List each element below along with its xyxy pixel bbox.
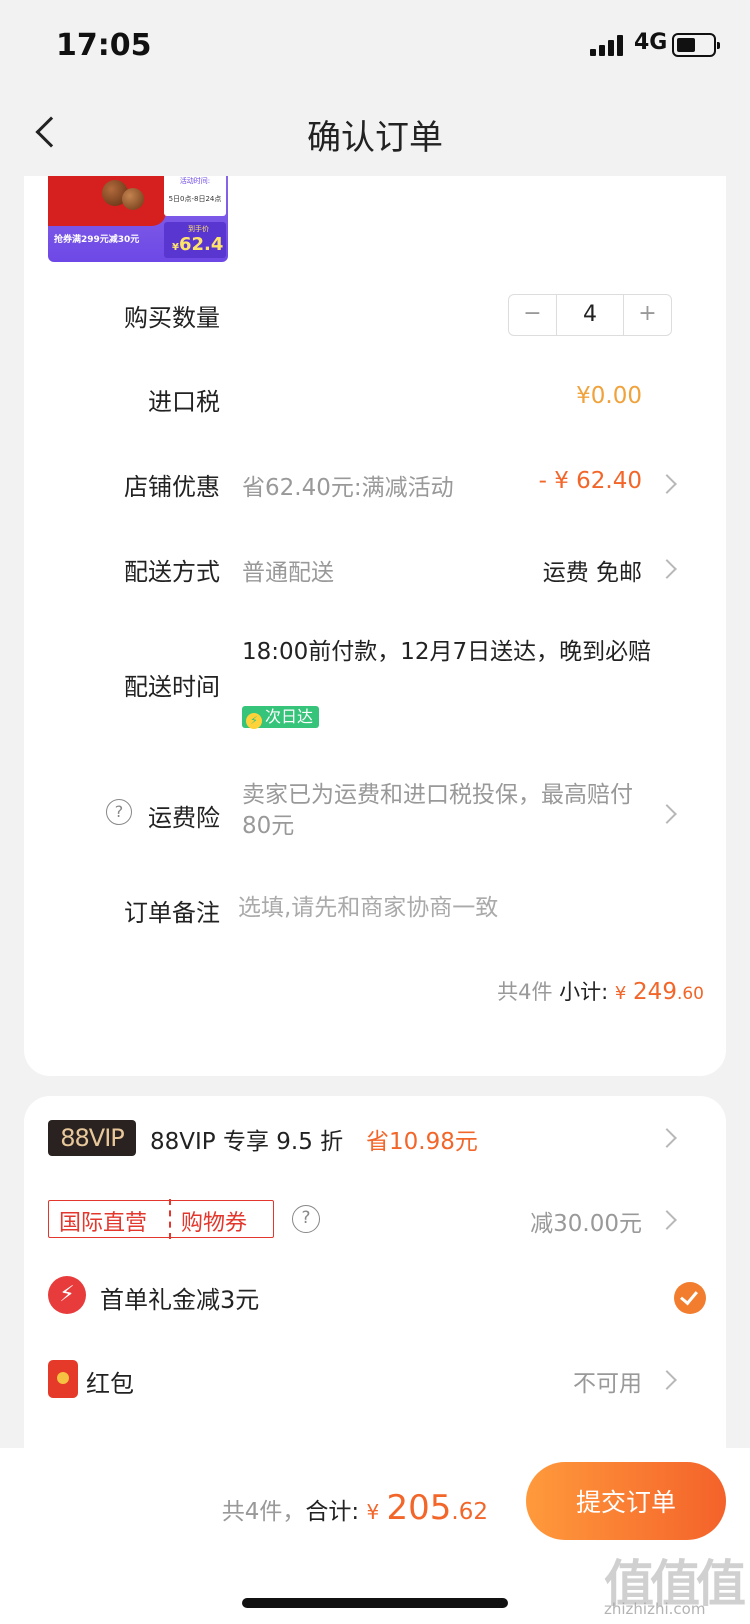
promo-price-box: 到手价 ¥62.4: [164, 222, 226, 258]
note-label: 订单备注: [124, 899, 220, 927]
check-icon[interactable]: [674, 1282, 706, 1314]
insurance-desc: 卖家已为运费和进口税投保，最高赔付80元: [242, 782, 633, 839]
delivery-label: 配送时间: [124, 673, 220, 701]
promo-time: 5日0点-8日24点: [168, 195, 222, 203]
bottom-bar: 共4件，合计: ¥ 205.62 提交订单 值值值 zhizhizhi.com: [0, 1448, 750, 1624]
promo-coupon-text: 抢券满299元减30元: [54, 235, 140, 245]
order-note-input[interactable]: [238, 888, 688, 928]
shop-discount-label: 店铺优惠: [124, 473, 220, 501]
benefits-card: 88VIP 88VIP 专享 9.5 折 省10.98元 国际直营 购物券 ? …: [24, 1096, 726, 1456]
promo-price-label: 到手价: [188, 225, 209, 233]
shipping-label: 配送方式: [124, 558, 220, 586]
chevron-right-icon: [657, 559, 677, 579]
insurance-label: 运费险: [148, 804, 220, 832]
red-packet-icon: [48, 1360, 78, 1398]
quantity-minus-button[interactable]: −: [509, 295, 557, 335]
coupon-value: 减30.00元: [530, 1211, 642, 1237]
network-label: 4G: [634, 30, 668, 55]
quantity-value[interactable]: 4: [557, 295, 623, 335]
lightning-icon: ⚡: [246, 713, 262, 729]
coupon-tag: 国际直营 购物券: [48, 1199, 274, 1239]
battery-icon: [672, 33, 720, 57]
product-image[interactable]: 活动时间: 5日0点-8日24点 抢券满299元减30元 到手价 ¥62.4: [48, 176, 228, 262]
shop-discount-desc: 省62.40元:满减活动: [242, 475, 454, 501]
tax-label: 进口税: [148, 388, 220, 416]
next-day-badge: ⚡ 次日达: [242, 706, 320, 729]
quantity-label: 购买数量: [124, 304, 220, 332]
home-indicator: [242, 1598, 508, 1608]
order-card: 活动时间: 5日0点-8日24点 抢券满299元减30元 到手价 ¥62.4 购…: [24, 176, 726, 1076]
vip-badge: 88VIP: [48, 1120, 136, 1156]
page-title: 确认订单: [307, 118, 443, 158]
delivery-time-text: 18:00前付款，12月7日送达，晚到必赔: [242, 639, 652, 665]
chevron-right-icon: [657, 1128, 677, 1148]
vip-text: 88VIP 专享 9.5 折: [150, 1129, 344, 1155]
order-total: 共4件，合计: ¥ 205.62: [221, 1488, 488, 1528]
coupon-tag-part1: 国际直营: [59, 1211, 148, 1236]
watermark-text: zhizhizhi.com: [604, 1600, 706, 1618]
submit-order-button[interactable]: 提交订单: [526, 1462, 726, 1540]
shipping-fee: 运费 免邮: [542, 560, 642, 586]
gift-text: 首单礼金减3元: [100, 1286, 260, 1314]
vip-save: 省10.98元: [366, 1129, 478, 1155]
status-bar: 17:05 4G: [0, 0, 750, 90]
nav-bar: 确认订单: [0, 90, 750, 176]
chevron-right-icon: [657, 804, 677, 824]
chevron-right-icon: [657, 1210, 677, 1230]
signal-icon: [590, 34, 626, 56]
shop-discount-value: - ¥ 62.40: [538, 468, 642, 494]
coupon-tag-part2: 购物券: [181, 1211, 248, 1236]
quantity-plus-button[interactable]: +: [623, 295, 671, 335]
promo-time-box: 活动时间: 5日0点-8日24点: [164, 176, 226, 216]
quantity-stepper: − 4 +: [508, 294, 672, 336]
chevron-right-icon: [657, 474, 677, 494]
shipping-method: 普通配送: [242, 560, 334, 586]
help-icon[interactable]: ?: [292, 1205, 320, 1233]
red-packet-label: 红包: [86, 1370, 134, 1398]
red-packet-value: 不可用: [573, 1371, 642, 1397]
chevron-right-icon: [657, 1370, 677, 1390]
promo-price: ¥62.4: [172, 234, 224, 255]
promo-time-label: 活动时间:: [179, 177, 211, 185]
lightning-icon: ⚡: [48, 1276, 86, 1314]
subtotal: 共4件 小计: ¥ 249.60: [497, 979, 704, 1005]
tax-value: ¥0.00: [576, 383, 642, 409]
status-time: 17:05: [56, 28, 152, 63]
